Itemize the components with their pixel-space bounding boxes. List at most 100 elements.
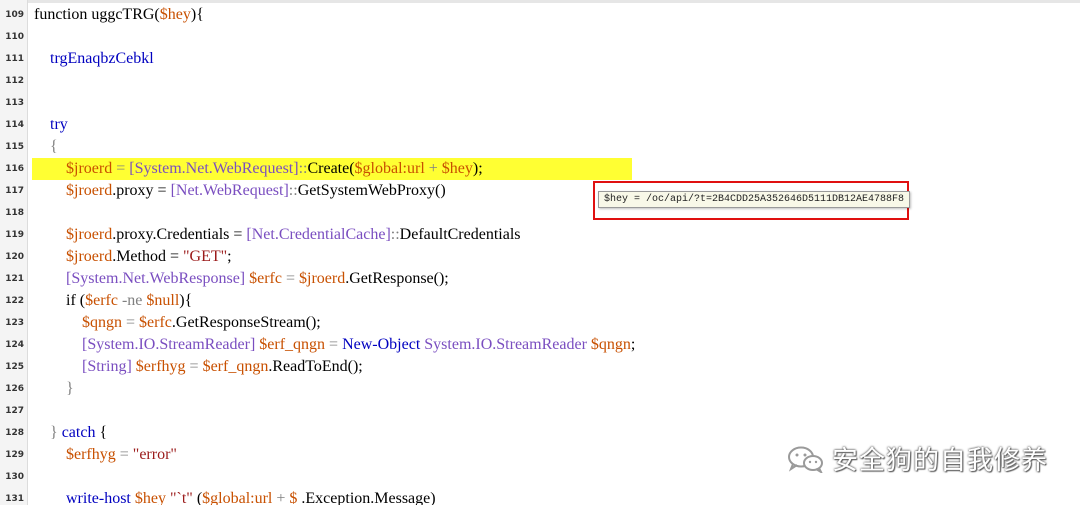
code-line-highlighted[interactable]: 116 $jroerd = [System.Net.WebRequest]::C… [0,158,1080,180]
code-line[interactable]: 111 trgEnaqbzCebkl [0,48,1080,70]
top-ruler [0,0,1080,3]
code-text: [System.Net.WebResponse] $erfc = $jroerd… [34,269,449,289]
code-area[interactable]: 109 function uggcTRG($hey){ 110 111 trgEnaq… [0,4,1080,505]
line-number: 115 [5,142,24,152]
line-number: 123 [5,318,24,328]
code-line[interactable]: 117 $jroerd.proxy = [Net.WebRequest]::Ge… [0,180,1080,202]
code-token: ( [192,490,203,505]
code-line[interactable]: 126 } [0,378,1080,400]
line-number: 126 [5,384,24,394]
line-number: 129 [5,450,24,460]
code-token: .GetResponse(); [345,270,449,287]
line-number: 128 [5,428,24,438]
code-line[interactable]: 109 function uggcTRG($hey){ [0,4,1080,26]
code-text: $jroerd = [System.Net.WebRequest]::Creat… [34,159,483,179]
line-number: 116 [5,164,24,174]
code-token: } [66,380,74,397]
code-token: { [95,424,108,441]
code-token: [String] [82,358,132,375]
code-line[interactable]: 118 [0,202,1080,224]
code-text: } catch { [34,423,107,443]
code-token: $qngn [590,336,631,353]
code-line[interactable]: 125 [String] $erfhyg = $erf_qngn.ReadToE… [0,356,1080,378]
code-token: ; [630,336,636,353]
code-token: :: [288,182,298,199]
code-line[interactable]: 110 [0,26,1080,48]
line-number: 120 [5,252,24,262]
code-line[interactable]: 127 [0,400,1080,422]
code-token: = [122,314,140,331]
line-number: 118 [5,208,24,218]
code-token: $jroerd [66,226,113,243]
code-token: [System.Net.WebRequest] [129,160,299,177]
code-token: [Net.WebRequest] [170,182,289,199]
code-line[interactable]: 123 $qngn = $erfc.GetResponseStream(); [0,312,1080,334]
code-token: DefaultCredentials [399,226,521,243]
code-token: .Exception.Message) [297,490,436,505]
code-token: $hey [159,6,191,23]
code-line[interactable]: 122 if ($erfc -ne $null){ [0,290,1080,312]
code-line[interactable]: 114 try [0,114,1080,136]
code-token: $null [146,292,180,309]
code-token: "GET" [183,248,228,265]
code-text: try [34,115,68,135]
code-line[interactable]: 131 write-host $hey "`t" ($global:url + … [0,488,1080,505]
code-token: $hey [134,490,166,505]
code-token: try [50,116,68,133]
code-token: ){ [190,6,204,23]
line-number: 110 [5,32,24,42]
watermark: 安全狗的自我修养 [786,440,1048,477]
code-line[interactable]: 113 [0,92,1080,114]
code-line[interactable]: 112 [0,70,1080,92]
code-token: = [325,336,343,353]
code-text: [System.IO.StreamReader] $erf_qngn = New… [34,335,635,355]
code-token: $erf_qngn [202,358,269,375]
line-number: 111 [5,54,24,64]
code-token: if ( [66,292,86,309]
wechat-icon [788,446,823,473]
code-token: -ne [117,292,147,309]
code-line[interactable]: 121 [System.Net.WebResponse] $erfc = $jr… [0,268,1080,290]
code-text: $jroerd.proxy = [Net.WebRequest]::GetSys… [34,181,446,201]
code-line[interactable]: 115 { [0,136,1080,158]
code-text: $qngn = $erfc.GetResponseStream(); [34,313,321,333]
code-token: .GetResponseStream(); [171,314,321,331]
line-number: 119 [5,230,24,240]
code-token: write-host [66,490,131,505]
code-token: + [424,160,442,177]
code-token: $erfc [139,314,172,331]
code-token: $global:url [354,160,425,177]
line-number: 121 [5,274,24,284]
code-token: $jroerd [66,182,113,199]
line-number: 122 [5,296,24,306]
code-token: .proxy.Credentials = [112,226,247,243]
code-token: $erf_qngn [259,336,326,353]
line-number: 127 [5,406,24,416]
code-token: "`t" [169,490,193,505]
code-line[interactable]: 124 [System.IO.StreamReader] $erf_qngn =… [0,334,1080,356]
code-editor[interactable]: 109 function uggcTRG($hey){ 110 111 trgEnaq… [0,0,1080,505]
code-token: .Method = [112,248,183,265]
code-text: trgEnaqbzCebkl [34,49,154,69]
code-token: } [50,424,62,441]
code-token: $hey [441,160,473,177]
code-text: [String] $erfhyg = $erf_qngn.ReadToEnd()… [34,357,363,377]
code-token: .proxy = [112,182,171,199]
watermark-text: 安全狗的自我修养 [832,446,1049,476]
code-text: $jroerd.proxy.Credentials = [Net.Credent… [34,225,521,245]
code-line[interactable]: 120 $jroerd.Method = "GET"; [0,246,1080,268]
code-token: [System.Net.WebResponse] [66,270,246,287]
code-token: $erfc [249,270,282,287]
code-token: $erfc [85,292,118,309]
line-number: 125 [5,362,24,372]
code-line[interactable]: 119 $jroerd.proxy.Credentials = [Net.Cre… [0,224,1080,246]
code-token: "error" [132,446,177,463]
